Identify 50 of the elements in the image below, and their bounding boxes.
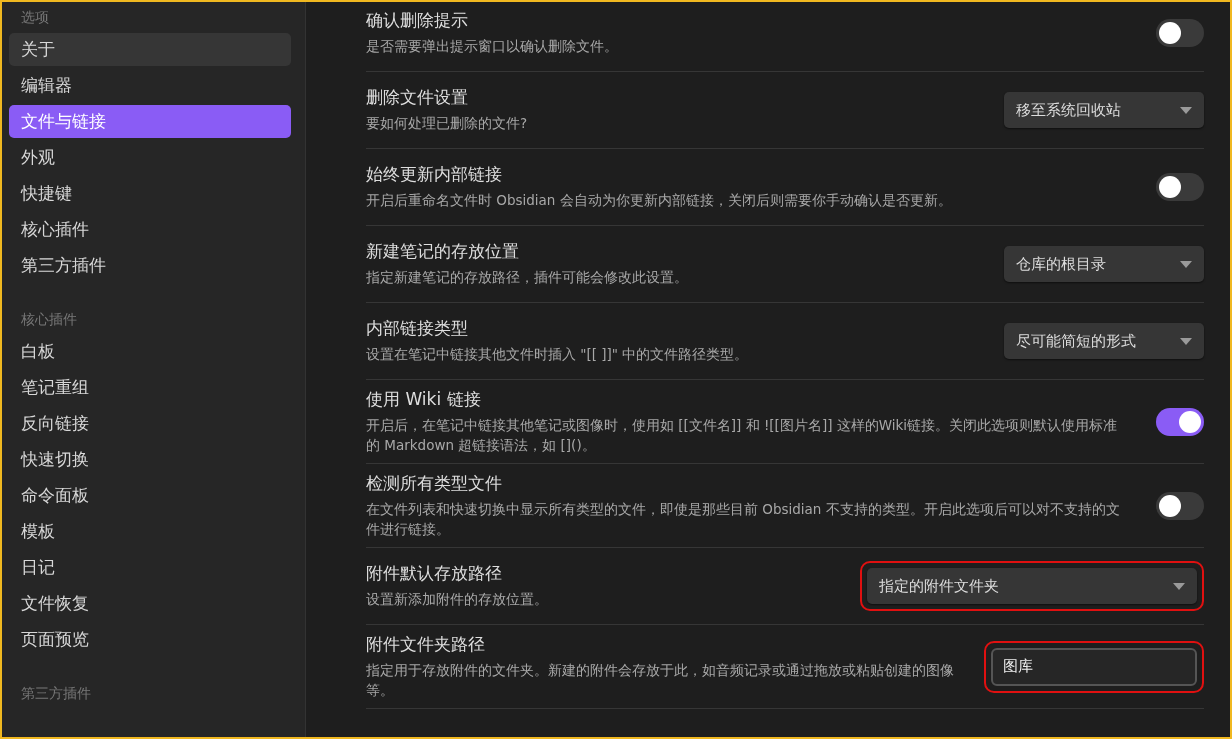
- dropdown[interactable]: 仓库的根目录: [1004, 246, 1204, 282]
- sidebar-heading: 选项: [20, 8, 50, 27]
- sidebar-item[interactable]: 命令面板: [9, 479, 291, 512]
- setting-description: 指定用于存放附件的文件夹。新建的附件会存放于此，如音频记录或通过拖放或粘贴创建的图像等。: [366, 661, 955, 700]
- setting-description: 在文件列表和快速切换中显示所有类型的文件，即使是那些目前 Obsidian 不支持的类型。开启此选项后可以对不支持的文件进行链接。: [366, 500, 1121, 539]
- sidebar-item[interactable]: 编辑器: [9, 69, 291, 102]
- setting-title: 新建笔记的存放位置: [366, 240, 520, 264]
- sidebar-heading: 第三方插件: [20, 684, 92, 703]
- sidebar-item[interactable]: 核心插件: [9, 213, 291, 246]
- setting-description: 是否需要弹出提示窗口以确认删除文件。: [366, 36, 619, 56]
- setting-title: 使用 Wiki 链接: [366, 388, 482, 411]
- sidebar-item[interactable]: 页面预览: [9, 623, 291, 656]
- caret-icon: [1173, 582, 1185, 590]
- dropdown[interactable]: 指定的附件文件夹: [867, 568, 1197, 605]
- setting-title: 确认删除提示: [366, 8, 469, 32]
- sidebar-item[interactable]: 笔记重组: [9, 371, 291, 404]
- caret-icon: [1180, 106, 1192, 114]
- sidebar-item[interactable]: 第三方插件: [9, 249, 291, 282]
- sidebar-item[interactable]: 白板: [9, 335, 291, 368]
- setting-description: 开启后重命名文件时 Obsidian 会自动为你更新内部链接，关闭后则需要你手动确认是否更新。: [366, 191, 953, 211]
- setting-description: 指定新建笔记的存放路径，插件可能会修改此设置。: [366, 268, 689, 288]
- sidebar-item[interactable]: 外观: [9, 141, 291, 174]
- sidebar-item[interactable]: 模板: [9, 515, 291, 548]
- sidebar-item[interactable]: 反向链接: [9, 407, 291, 440]
- setting-description: 开启后，在笔记中链接其他笔记或图像时，使用如 [[文件名]] 和 ![[图片名]] 这样的Wiki链接。关闭此选项则默认使用标准的 Markdown 超链接语法，如 []()。: [366, 416, 1119, 455]
- setting-title: 附件文件夹路径: [366, 633, 486, 657]
- sidebar-item[interactable]: 文件恢复: [9, 587, 291, 620]
- dropdown[interactable]: 移至系统回收站: [1004, 92, 1204, 128]
- toggle-switch[interactable]: [1156, 173, 1204, 201]
- sidebar-item[interactable]: 文件与链接: [9, 105, 291, 138]
- caret-icon: [1180, 260, 1192, 268]
- setting-description: 设置新添加附件的存放位置。: [366, 590, 549, 610]
- toggle-switch[interactable]: [1156, 18, 1204, 47]
- input-field[interactable]: 图库: [991, 647, 1197, 686]
- setting-title: 始终更新内部链接: [366, 163, 503, 187]
- setting-title: 内部链接类型: [366, 317, 469, 341]
- sidebar-item[interactable]: 日记: [9, 551, 291, 584]
- sidebar-item[interactable]: 快捷键: [9, 177, 291, 210]
- toggle-switch[interactable]: [1156, 491, 1204, 520]
- setting-description: 要如何处理已删除的文件?: [366, 114, 529, 134]
- sidebar-item[interactable]: 快速切换: [9, 443, 291, 476]
- toggle-switch[interactable]: [1156, 407, 1204, 436]
- setting-title: 删除文件设置: [366, 86, 469, 110]
- setting-title: 检测所有类型文件: [366, 472, 503, 496]
- sidebar-item[interactable]: 关于: [9, 33, 291, 66]
- caret-icon: [1180, 337, 1192, 345]
- dropdown[interactable]: 尽可能简短的形式: [1004, 323, 1204, 359]
- setting-title: 附件默认存放路径: [366, 562, 503, 586]
- sidebar-heading: 核心插件: [20, 310, 78, 329]
- setting-description: 设置在笔记中链接其他文件时插入 "[[ ]]" 中的文件路径类型。: [366, 345, 750, 365]
